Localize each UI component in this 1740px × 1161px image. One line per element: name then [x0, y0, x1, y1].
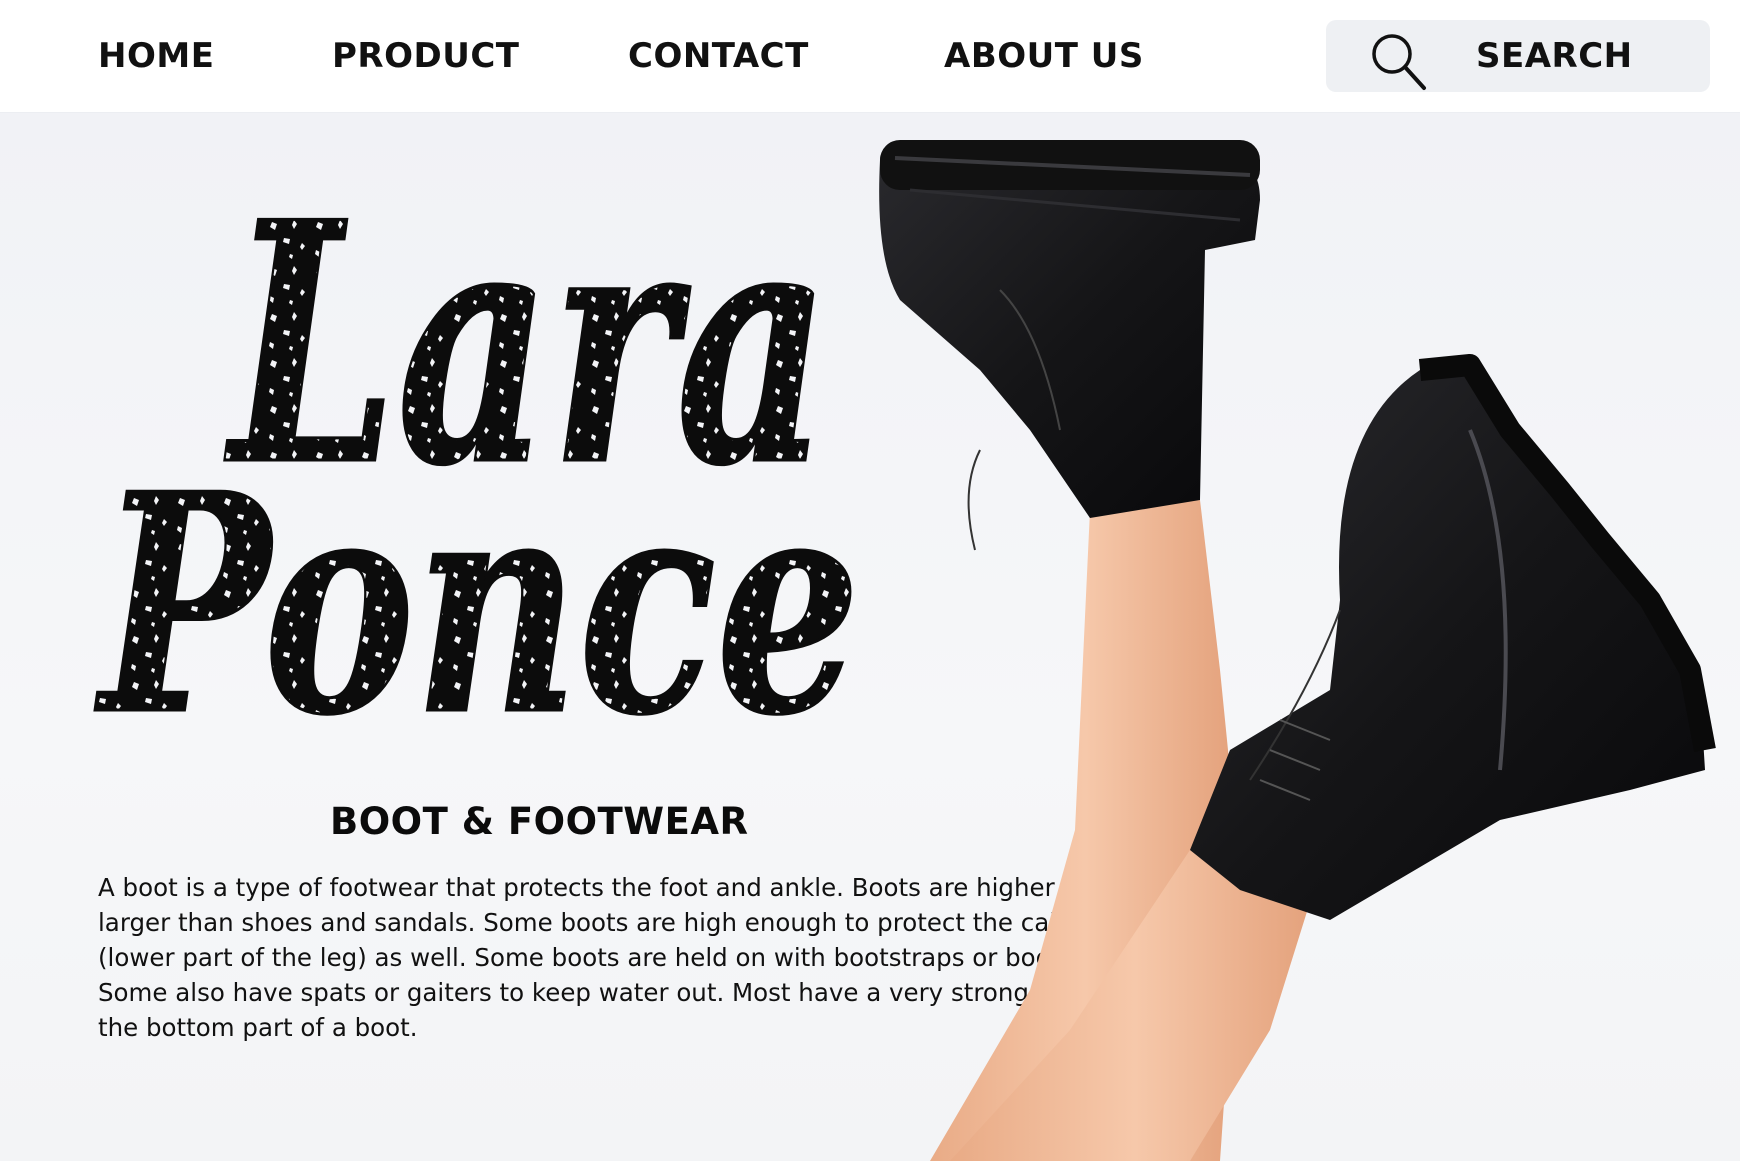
boot-upper	[879, 140, 1260, 551]
search-box[interactable]: SEARCH	[1326, 20, 1710, 92]
search-label: SEARCH	[1476, 36, 1633, 76]
boot-lower	[1190, 354, 1716, 920]
brand-logo: Lara Ponce	[91, 170, 861, 783]
brand-name-line2: Ponce	[93, 428, 860, 781]
hero-boots-image	[879, 140, 1716, 1161]
top-navigation-bar: HOME PRODUCT CONTACT ABOUT US SEARCH	[0, 0, 1740, 113]
nav-contact[interactable]: CONTACT	[628, 36, 809, 76]
hero-subtitle: BOOT & FOOTWEAR	[330, 800, 749, 843]
nav-about-us[interactable]: ABOUT US	[944, 36, 1144, 76]
nav-home[interactable]: HOME	[98, 36, 214, 76]
nav-product[interactable]: PRODUCT	[332, 36, 519, 76]
search-icon[interactable]	[1368, 30, 1430, 92]
